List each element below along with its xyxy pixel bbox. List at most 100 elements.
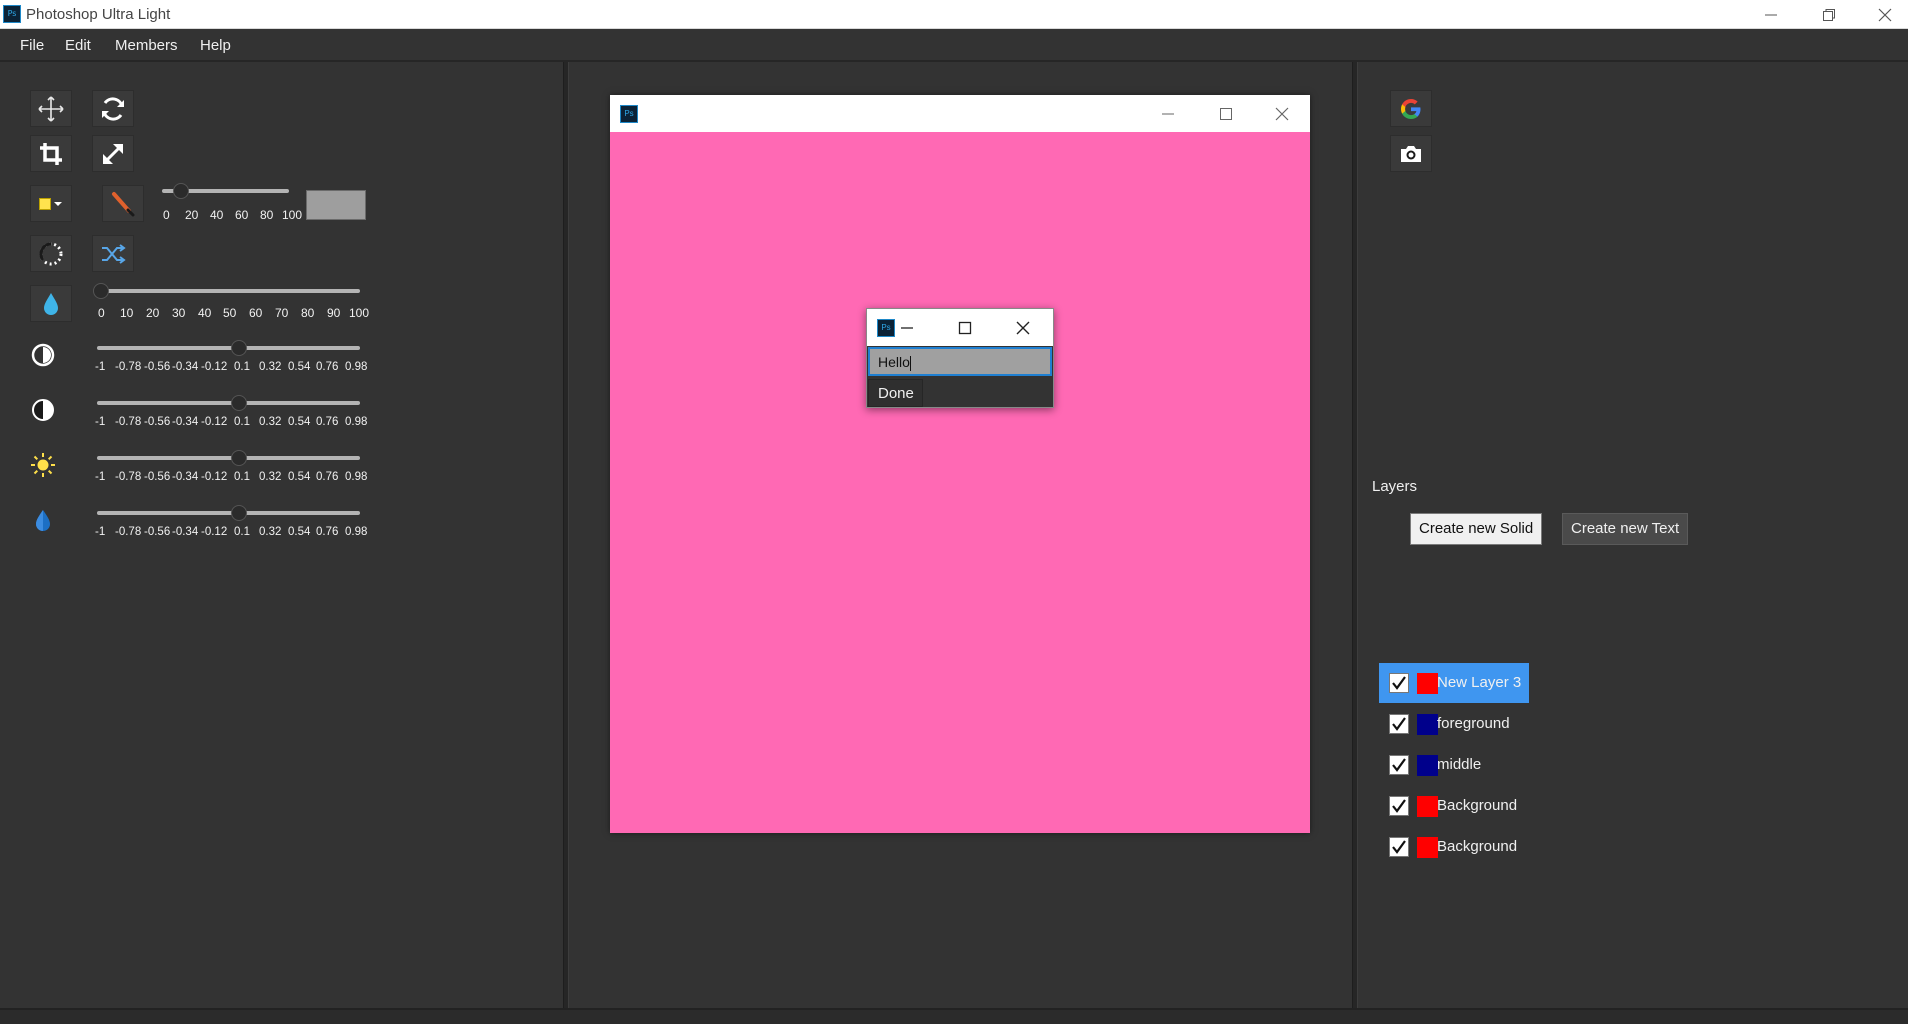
brightness-slider[interactable] xyxy=(97,456,360,460)
canvas-close-button[interactable] xyxy=(1254,95,1310,132)
chevron-down-icon xyxy=(54,201,62,206)
menu-edit[interactable]: Edit xyxy=(65,37,91,54)
brush-tool-button[interactable] xyxy=(102,185,144,222)
layer-visibility-checkbox[interactable] xyxy=(1389,714,1409,734)
canvas-minimize-button[interactable] xyxy=(1140,95,1196,132)
blur-tool-button[interactable] xyxy=(30,235,72,272)
google-search-button[interactable] xyxy=(1390,90,1432,127)
layer-name: foreground xyxy=(1437,715,1510,732)
layer-name: Background xyxy=(1437,838,1518,855)
slider-tick-label: 0.76 xyxy=(316,361,339,373)
camera-button[interactable] xyxy=(1390,135,1432,172)
slider-tick-label: -0.78 xyxy=(115,526,142,538)
slider-tick-label: -0.78 xyxy=(115,416,142,428)
layer-row[interactable]: New Layer 3 xyxy=(1379,663,1529,703)
slider-tick-label: -0.12 xyxy=(201,526,228,538)
slider-tick-label: 80 xyxy=(260,208,274,222)
minimize-icon xyxy=(1162,113,1174,114)
create-new-solid-button[interactable]: Create new Solid xyxy=(1410,513,1543,545)
saturation-thumb[interactable] xyxy=(231,505,247,521)
app-window: Ps Photoshop Ultra Light File Edit Membe… xyxy=(0,0,1908,1024)
canvas-maximize-button[interactable] xyxy=(1198,95,1254,132)
layer-row[interactable]: foreground xyxy=(1379,704,1529,744)
layer-visibility-checkbox[interactable] xyxy=(1389,837,1409,857)
slider-tick-label: 0.1 xyxy=(234,361,250,373)
text-input[interactable]: Hello xyxy=(868,347,1052,376)
opacity-slider[interactable] xyxy=(97,289,360,293)
brush-size-thumb[interactable] xyxy=(173,183,189,199)
slider-tick-label: 40 xyxy=(210,208,224,222)
layer-row[interactable]: Background xyxy=(1379,827,1529,867)
close-button[interactable] xyxy=(1862,0,1908,29)
layer-visibility-checkbox[interactable] xyxy=(1389,755,1409,775)
slider-tick-label: -1 xyxy=(95,361,106,373)
slider-tick-label: 0.76 xyxy=(316,526,339,538)
layers-title: Layers xyxy=(1372,478,1418,495)
slider-tick-label: 0.98 xyxy=(345,526,368,538)
text-cursor xyxy=(909,355,911,371)
brightness-thumb[interactable] xyxy=(231,450,247,466)
slider-tick-label: -1 xyxy=(95,526,106,538)
slider-tick-label: 0.54 xyxy=(288,526,311,538)
slider-tick-label: 20 xyxy=(185,208,199,222)
secondary-color-swatch[interactable] xyxy=(306,190,366,220)
contrast-thumb[interactable] xyxy=(231,340,247,356)
layer-visibility-checkbox[interactable] xyxy=(1389,796,1409,816)
dotted-circle-icon xyxy=(39,242,63,265)
contrast-2-slider[interactable] xyxy=(97,401,360,405)
slider-tick-label: 0.54 xyxy=(288,471,311,483)
saturation-slider[interactable] xyxy=(97,511,360,515)
close-icon xyxy=(1878,8,1892,21)
slider-tick-label: 20 xyxy=(146,306,160,320)
minimize-icon xyxy=(901,326,913,329)
color-picker-button[interactable] xyxy=(30,185,72,222)
menu-members[interactable]: Members xyxy=(115,37,178,54)
canvas-window-titlebar: Ps xyxy=(610,95,1310,132)
crop-tool-button[interactable] xyxy=(30,135,72,172)
slider-tick-label: -0.34 xyxy=(172,526,199,538)
slider-tick-label: 100 xyxy=(349,306,370,320)
refresh-icon xyxy=(102,96,124,121)
opacity-thumb[interactable] xyxy=(93,283,109,299)
menu-bar: File Edit Members Help xyxy=(0,29,1908,62)
opacity-tool-button[interactable] xyxy=(30,285,72,322)
layer-row[interactable]: Background xyxy=(1379,786,1529,826)
contrast-2-thumb[interactable] xyxy=(231,395,247,411)
slider-tick-label: -0.56 xyxy=(144,471,171,483)
layer-color-swatch xyxy=(1417,796,1438,817)
shuffle-tool-button[interactable] xyxy=(92,235,134,272)
slider-tick-label: 50 xyxy=(223,306,237,320)
dialog-minimize-button[interactable] xyxy=(887,309,927,346)
move-tool-button[interactable] xyxy=(30,90,72,127)
minimize-button[interactable] xyxy=(1748,0,1794,29)
drop-icon xyxy=(30,507,56,533)
drop-icon xyxy=(44,292,58,315)
canvas-window[interactable]: Ps xyxy=(610,95,1310,833)
layer-row[interactable]: middle xyxy=(1379,745,1529,785)
slider-tick-label: 0.32 xyxy=(259,361,282,373)
slider-tick-label: -0.34 xyxy=(172,361,199,373)
close-icon xyxy=(1016,321,1030,334)
brush-icon xyxy=(112,191,135,216)
menu-help[interactable]: Help xyxy=(200,37,231,54)
slider-tick-label: 0.32 xyxy=(259,526,282,538)
check-icon xyxy=(1392,799,1406,813)
done-button[interactable]: Done xyxy=(868,379,923,407)
layer-visibility-checkbox[interactable] xyxy=(1389,673,1409,693)
dialog-close-button[interactable] xyxy=(1003,309,1043,346)
resize-tool-button[interactable] xyxy=(92,135,134,172)
contrast-slider[interactable] xyxy=(97,346,360,350)
create-new-text-button[interactable]: Create new Text xyxy=(1562,513,1689,545)
slider-tick-label: -0.56 xyxy=(144,526,171,538)
slider-tick-label: 0.98 xyxy=(345,471,368,483)
check-icon xyxy=(1392,717,1406,731)
restore-button[interactable] xyxy=(1806,0,1852,29)
dialog-maximize-button[interactable] xyxy=(945,309,985,346)
layer-color-swatch xyxy=(1417,673,1438,694)
rotate-tool-button[interactable] xyxy=(92,90,134,127)
slider-tick-label: -0.34 xyxy=(172,416,199,428)
slider-tick-label: 0.98 xyxy=(345,361,368,373)
slider-tick-label: 0.32 xyxy=(259,416,282,428)
menu-file[interactable]: File xyxy=(20,37,44,54)
crop-icon xyxy=(40,142,62,165)
